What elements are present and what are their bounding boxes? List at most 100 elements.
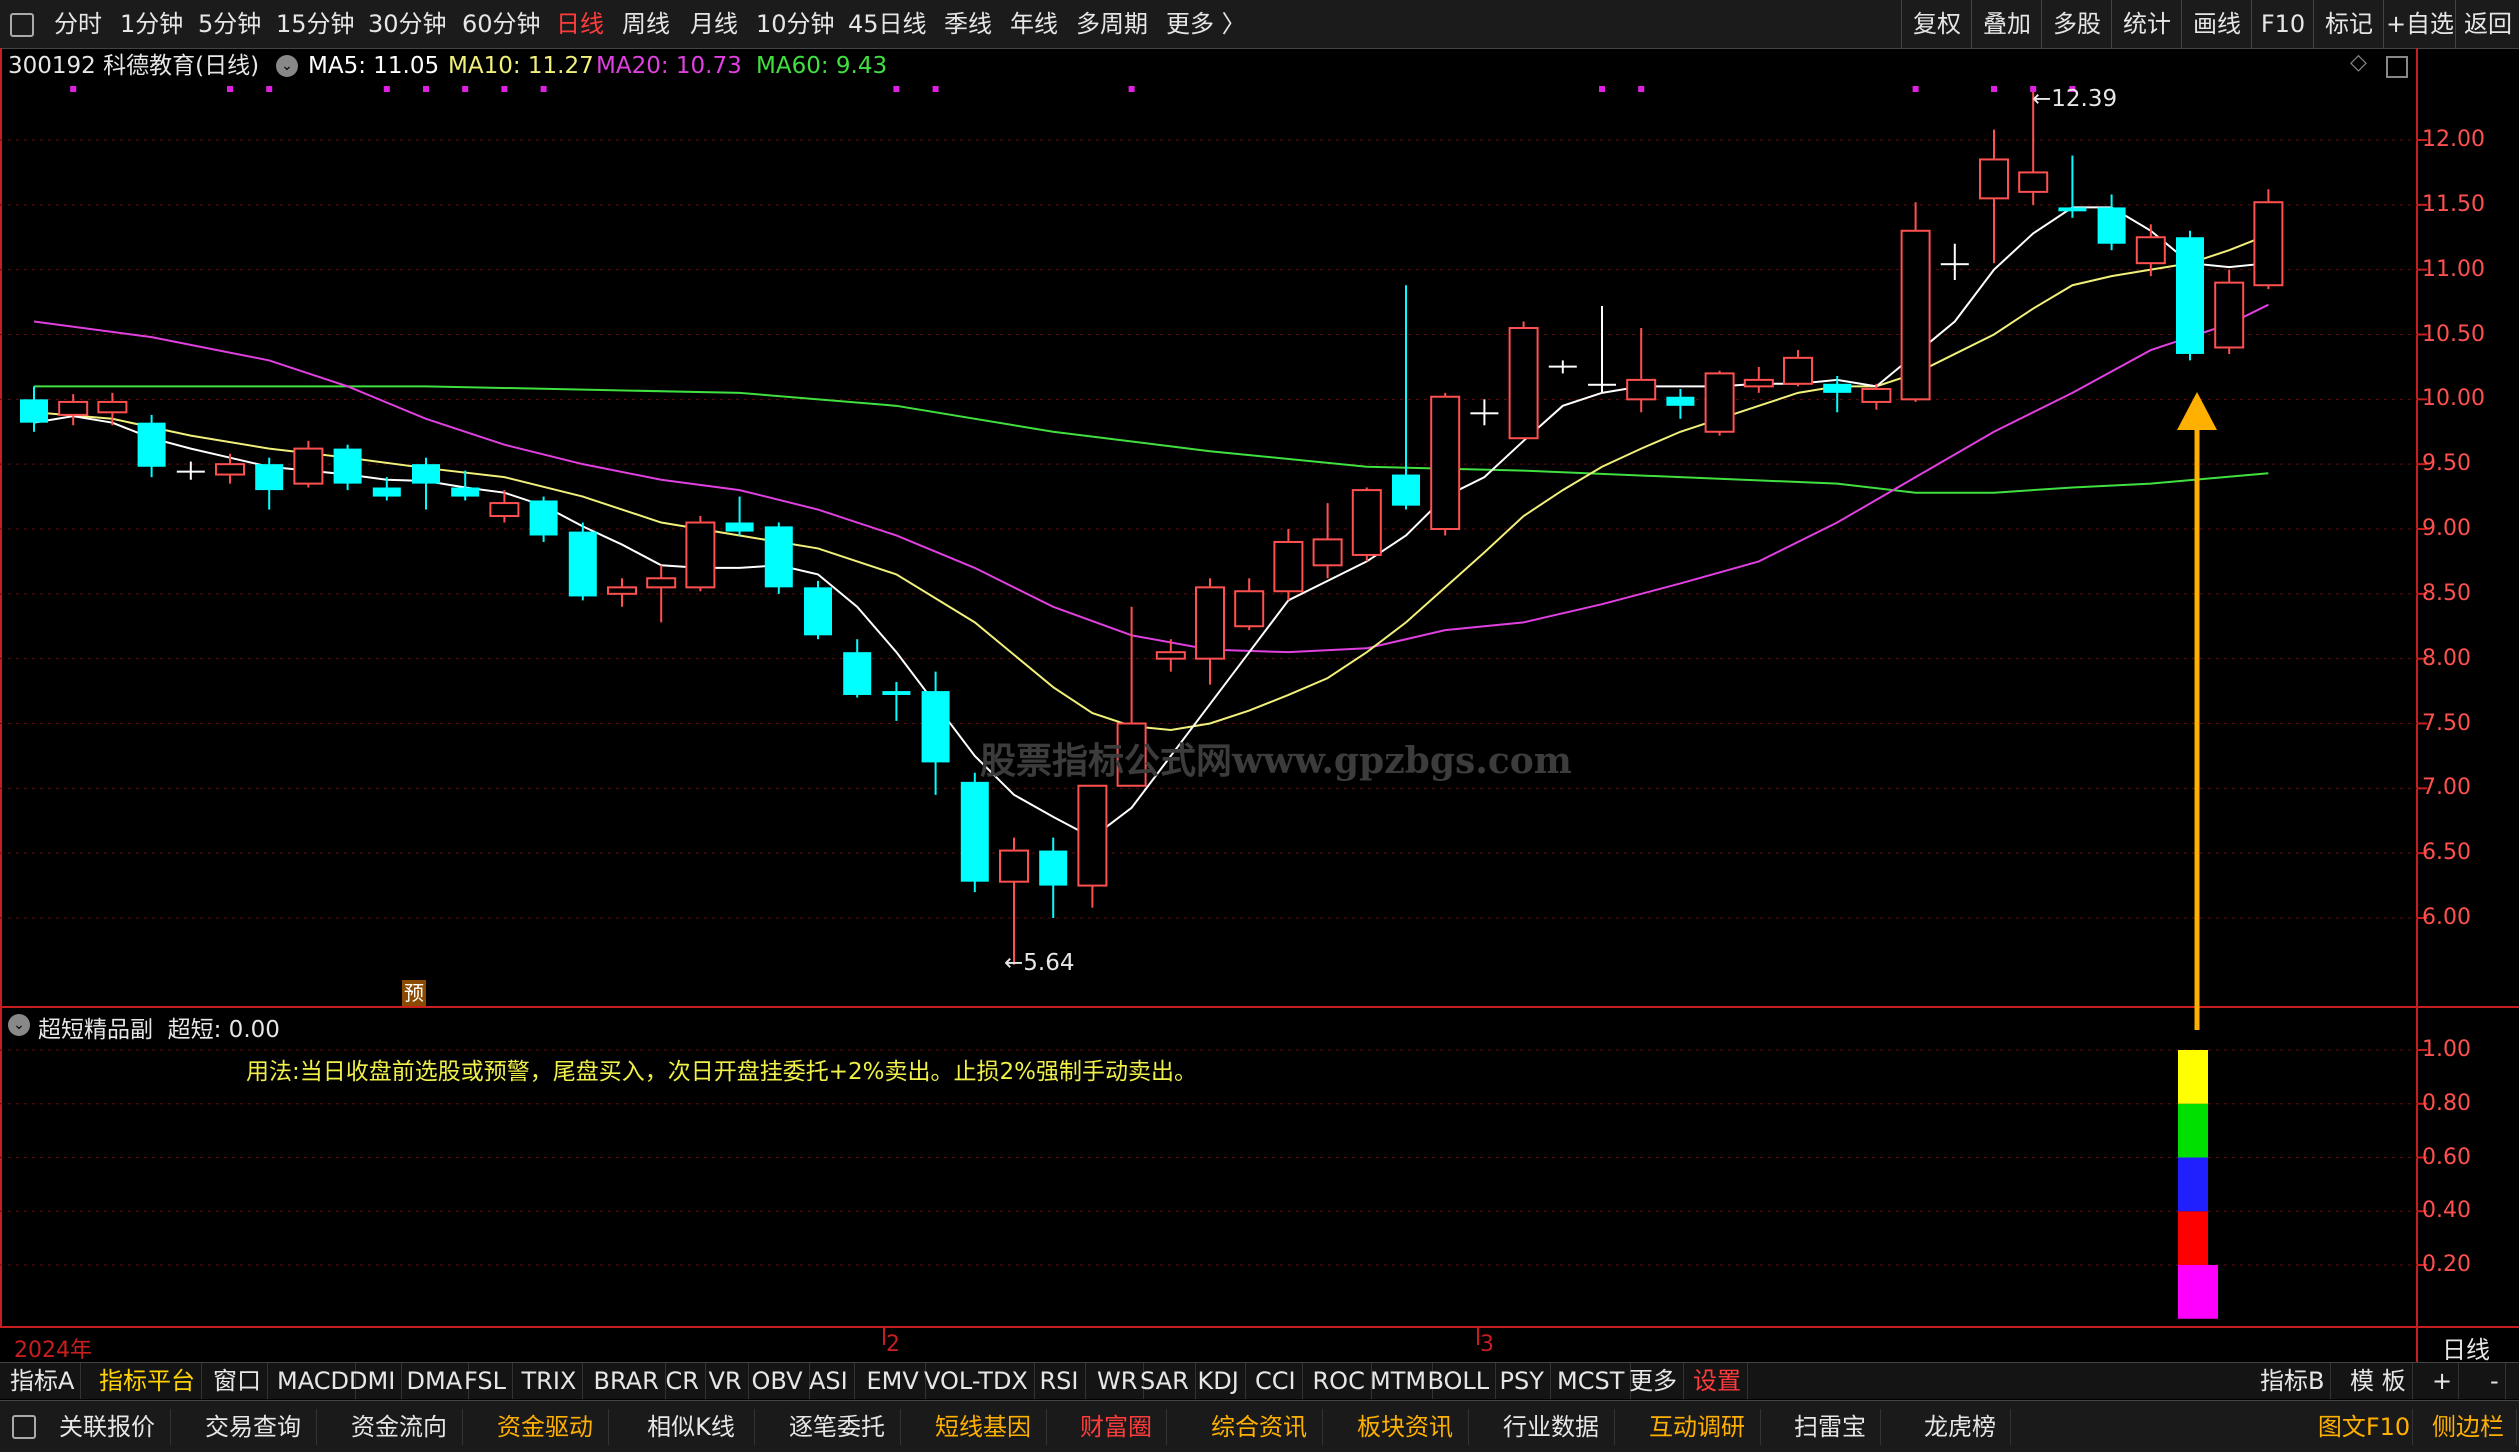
func-tab-1[interactable]: 交易查询 [190, 1409, 317, 1445]
indicator-right-2[interactable]: + [2426, 1363, 2460, 1399]
candle-body [333, 448, 362, 484]
indicator-tab-7[interactable]: TRIX [516, 1363, 584, 1399]
func-tab-13[interactable]: 龙虎榜 [1910, 1409, 2011, 1445]
price-tick: 7.50 [2422, 710, 2471, 736]
price-tick: 9.00 [2422, 516, 2471, 541]
func-tab-11[interactable]: 互动调研 [1634, 1409, 1761, 1445]
price-tick: 11.50 [2422, 191, 2485, 217]
candle-body [2176, 237, 2204, 354]
candle-body [1195, 586, 1225, 660]
period-label: 日线 [2442, 1336, 2490, 1364]
func-tab-4[interactable]: 相似K线 [628, 1409, 755, 1445]
indicator-tab-1[interactable]: 指标平台 [93, 1363, 202, 1399]
candle-body [607, 586, 637, 595]
candle-body [804, 587, 832, 636]
func-tab-7[interactable]: 财富圈 [1066, 1409, 1167, 1445]
low-price-label: ←5.64 [1004, 950, 1075, 976]
candle-body [1351, 489, 1382, 556]
signal-bar-segment [2178, 1265, 2218, 1319]
signal-dot [1128, 86, 1135, 92]
signal-dot [266, 86, 273, 92]
indicator-tab-11[interactable]: OBV [746, 1363, 810, 1399]
indicator-tab-19[interactable]: CCI [1249, 1363, 1303, 1399]
sub-tick: 0.20 [2422, 1252, 2471, 1277]
indicator-tab-9[interactable]: CR [660, 1363, 706, 1399]
indicator-tab-24[interactable]: MCST [1551, 1363, 1632, 1399]
month-label-2: 2 [886, 1332, 900, 1357]
signal-dot [893, 86, 900, 92]
kline-chart[interactable] [0, 0, 2519, 1362]
candle-body [215, 463, 245, 476]
func-tab-3[interactable]: 资金驱动 [482, 1409, 609, 1445]
candle-body [489, 502, 520, 518]
signal-bar-segment [2178, 1211, 2208, 1265]
signal-dot [540, 86, 547, 92]
indicator-right-3[interactable]: - [2484, 1363, 2506, 1399]
indicator-right-1[interactable]: 模 板 [2344, 1363, 2413, 1399]
indicator-tab-20[interactable]: ROC [1307, 1363, 1372, 1399]
indicator-tab-23[interactable]: PSY [1494, 1363, 1551, 1399]
func-right-0[interactable]: 图文F10 [2316, 1409, 2413, 1445]
indicator-tab-0[interactable]: 指标A [4, 1363, 82, 1399]
signal-bar-segment [2178, 1050, 2208, 1104]
price-tick: 10.00 [2422, 386, 2485, 412]
indicator-tab-15[interactable]: RSI [1034, 1363, 1086, 1399]
candle-body [451, 487, 480, 497]
price-tick: 9.50 [2422, 451, 2471, 477]
candle-body [999, 849, 1029, 883]
candle-body [2253, 201, 2284, 287]
candle-body [529, 500, 558, 536]
func-tab-6[interactable]: 短线基因 [920, 1409, 1047, 1445]
candle-body [293, 447, 324, 485]
sub-tick: 0.80 [2422, 1090, 2471, 1116]
candle-body [2097, 207, 2126, 244]
signal-dot [383, 86, 390, 92]
candle-body [1940, 263, 1969, 266]
indicator-tab-14[interactable]: VOL-TDX [918, 1363, 1035, 1399]
candle-body [1588, 383, 1616, 386]
candle-body [1666, 396, 1695, 406]
indicator-tab-22[interactable]: BOLL [1422, 1363, 1497, 1399]
candle-body [1548, 365, 1577, 368]
high-price-label: ←12.39 [2032, 86, 2118, 112]
price-tick: 7.00 [2422, 775, 2471, 801]
candle-body [1077, 784, 1108, 887]
indicator-tab-4[interactable]: DMI [343, 1363, 403, 1399]
indicator-tab-17[interactable]: SAR [1134, 1363, 1196, 1399]
sub-title: 超短精品副 超短: 0.00 [38, 1017, 280, 1043]
signal-bar-segment [2178, 1103, 2208, 1158]
candle-body [176, 470, 205, 473]
indicator-right-0[interactable]: 指标B [2254, 1363, 2332, 1399]
indicator-tab-13[interactable]: EMV [861, 1363, 926, 1399]
indicator-tab-25[interactable]: 更多 [1623, 1363, 1684, 1399]
sub-dropdown-icon[interactable]: ⌄ [8, 1014, 30, 1036]
signal-dot [501, 86, 508, 92]
func-tab-8[interactable]: 综合资讯 [1196, 1409, 1323, 1445]
func-right-1[interactable]: 侧边栏 [2420, 1409, 2517, 1445]
func-tab-9[interactable]: 板块资讯 [1342, 1409, 1469, 1445]
candle-body [764, 526, 793, 588]
signal-dot [462, 86, 469, 92]
indicator-tab-2[interactable]: 窗口 [207, 1363, 268, 1399]
indicator-tab-18[interactable]: KDJ [1192, 1363, 1246, 1399]
indicator-tab-8[interactable]: BRAR [588, 1363, 666, 1399]
candle-body [725, 522, 754, 532]
candle-body [372, 487, 401, 497]
indicator-tab-6[interactable]: FSL [458, 1363, 513, 1399]
candle-body [58, 400, 89, 416]
layout-icon[interactable] [12, 1415, 36, 1439]
func-tab-5[interactable]: 逐笔委托 [774, 1409, 901, 1445]
func-tab-10[interactable]: 行业数据 [1488, 1409, 1615, 1445]
candle-body [412, 464, 440, 484]
indicator-tab-10[interactable]: VR [703, 1363, 749, 1399]
func-tab-0[interactable]: 关联报价 [44, 1409, 171, 1445]
candle-body [1155, 651, 1186, 660]
func-tab-12[interactable]: 扫雷宝 [1780, 1409, 1881, 1445]
candle-body [1039, 850, 1068, 886]
candle-body [1861, 387, 1892, 403]
indicator-tab-12[interactable]: ASI [803, 1363, 855, 1399]
candle-body [882, 691, 911, 695]
signal-bar-segment [2178, 1157, 2208, 1212]
func-tab-2[interactable]: 资金流向 [336, 1409, 463, 1445]
indicator-tab-26[interactable]: 设置 [1687, 1363, 1748, 1399]
